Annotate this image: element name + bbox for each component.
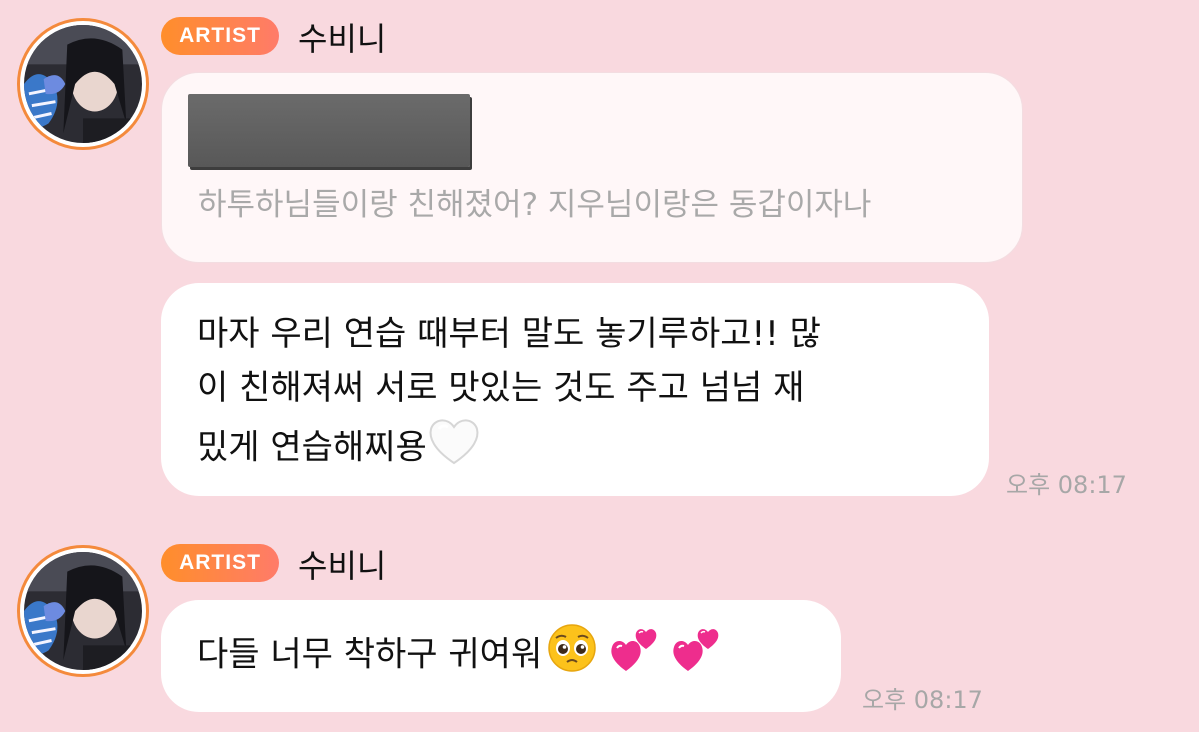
message-text: 다들 너무 착하구 귀여워 <box>197 621 724 691</box>
white-heart-icon <box>427 415 481 483</box>
quoted-message-text: 하투하님들이랑 친해졌어? 지우님이랑은 동갑이자나 <box>198 187 872 223</box>
message-line: 다들 너무 착하구 귀여워 <box>197 634 543 675</box>
message-time: 오후 08:17 <box>862 686 983 714</box>
sender-name[interactable]: 수비니 <box>298 14 386 60</box>
message-time: 오후 08:17 <box>1006 471 1127 499</box>
message-line: 밌게 연습해찌용 <box>197 427 427 468</box>
message-text: 마자 우리 연습 때부터 말도 놓기루하고!! 많 이 친해져써 서로 맛있는 … <box>197 307 953 483</box>
sender-avatar[interactable] <box>17 545 149 677</box>
sender-name[interactable]: 수비니 <box>298 541 386 587</box>
message-line: 이 친해져써 서로 맛있는 것도 주고 넘넘 재 <box>197 368 805 408</box>
profile-photo-image <box>24 552 142 670</box>
two-hearts-icon <box>670 621 724 691</box>
message-bubble[interactable]: 마자 우리 연습 때부터 말도 놓기루하고!! 많 이 친해져써 서로 맛있는 … <box>161 283 989 496</box>
message-line: 마자 우리 연습 때부터 말도 놓기루하고!! 많 <box>197 314 821 354</box>
artist-badge: ARTIST <box>161 17 279 55</box>
profile-photo <box>24 25 142 143</box>
sender-avatar[interactable] <box>17 18 149 150</box>
profile-photo-image <box>24 25 142 143</box>
pleading-face-icon <box>546 622 598 690</box>
redacted-block <box>188 94 470 167</box>
two-hearts-icon <box>608 621 662 691</box>
profile-photo <box>24 552 142 670</box>
artist-badge: ARTIST <box>161 544 279 582</box>
message-bubble[interactable]: 다들 너무 착하구 귀여워 <box>161 600 841 712</box>
message-line-last: 밌게 연습해찌용 <box>197 415 953 483</box>
reply-quote-bubble[interactable]: 하투하님들이랑 친해졌어? 지우님이랑은 동갑이자나 <box>161 72 1023 263</box>
